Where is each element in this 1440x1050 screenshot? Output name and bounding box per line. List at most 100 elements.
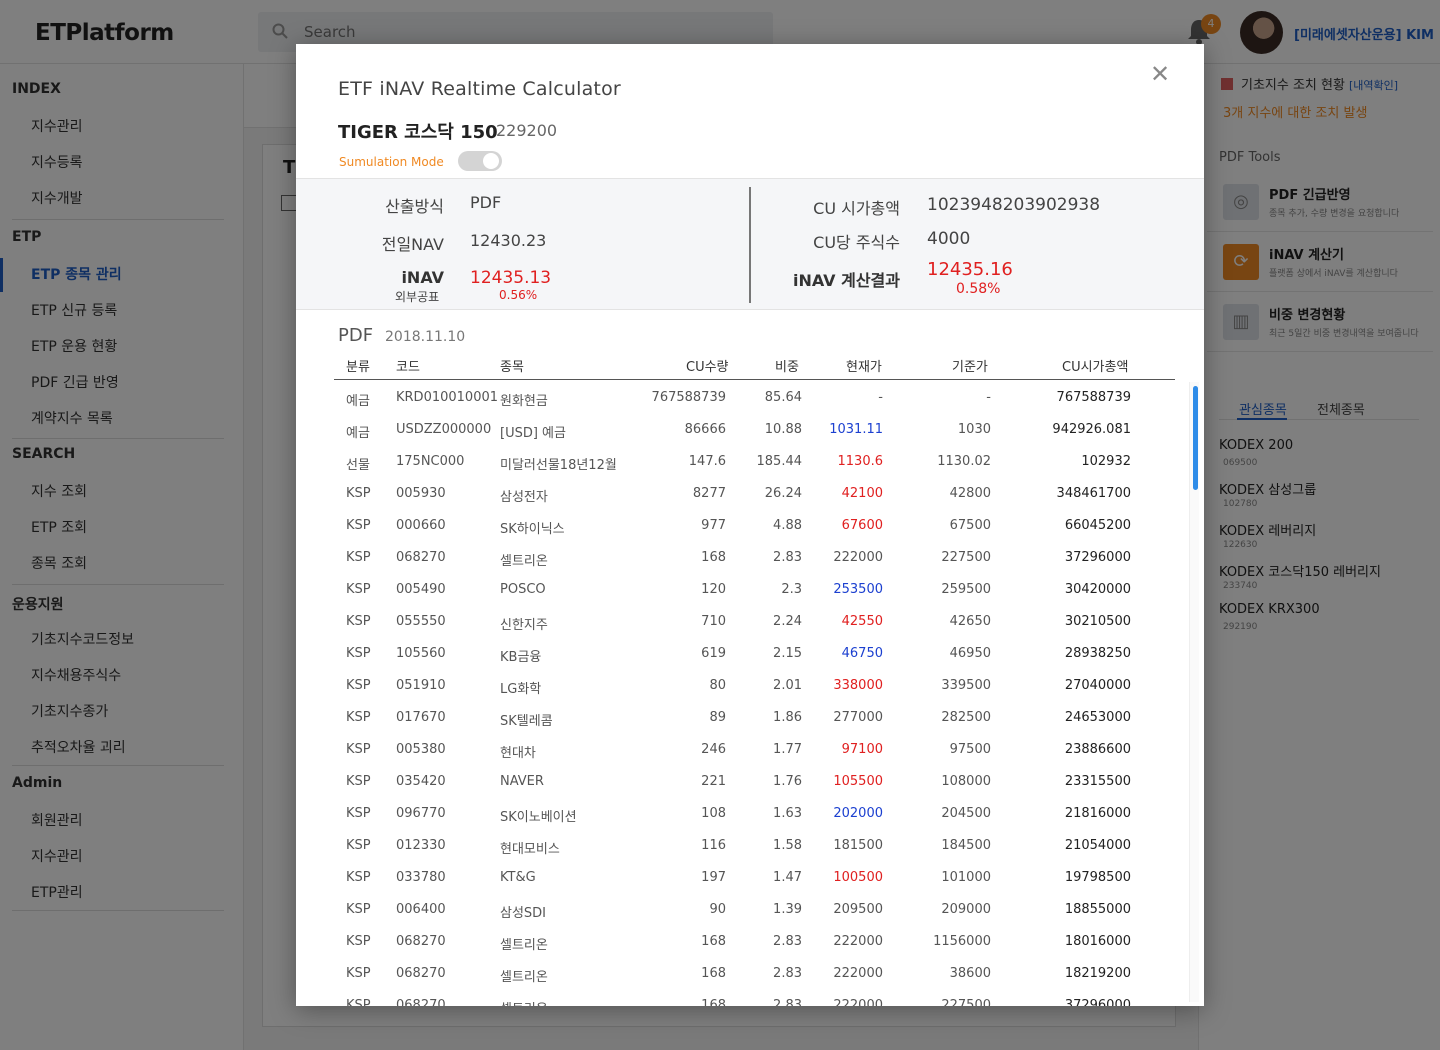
table-row[interactable]: KSP 033780 KT&G 197 1.47 100500 101000 19798500	[334, 862, 1175, 894]
cell-current-price: 222000	[833, 998, 883, 1006]
cell-current-price: 97100	[841, 742, 883, 757]
cell-code: 068270	[396, 966, 446, 981]
prev-nav-value: 12430.23	[470, 231, 547, 250]
cell-cu-cap: 30420000	[1064, 582, 1131, 597]
table-row[interactable]: KSP 051910 LG화학 80 2.01 338000 339500 27040000	[334, 670, 1175, 702]
cell-code: 017670	[396, 710, 446, 725]
inav-sub-label: 외부공표	[395, 290, 440, 304]
table-row[interactable]: KSP 068270 셀트리온 168 2.83 222000 227500 37296000	[334, 990, 1175, 1006]
cell-weight: 1.47	[773, 870, 802, 885]
cell-name: 셀트리온	[500, 554, 548, 569]
column-header-cu-qty[interactable]: CU수량	[686, 356, 729, 375]
cell-class: KSP	[346, 870, 371, 885]
pdf-table-body[interactable]: 예금 KRD010010001 원화현금 767588739 85.64 - - 767588…	[334, 382, 1175, 1006]
cell-base-price: 1030	[957, 422, 991, 437]
cell-current-price: 222000	[833, 550, 883, 565]
cell-base-price: 259500	[941, 582, 991, 597]
cell-weight: 1.63	[773, 806, 802, 821]
calc-result-change: 0.58%	[956, 281, 1001, 297]
cell-code: 006400	[396, 902, 446, 917]
cell-base-price: 38600	[949, 966, 991, 981]
cell-code: 068270	[396, 550, 446, 565]
cell-base-price: 204500	[941, 806, 991, 821]
inav-label: iNAV	[401, 268, 444, 287]
close-icon[interactable]: ✕	[1150, 60, 1170, 88]
table-row[interactable]: KSP 068270 셀트리온 168 2.83 222000 227500 37296000	[334, 542, 1175, 574]
column-header-cu-cap[interactable]: CU시가총액	[1062, 356, 1128, 375]
cell-weight: 2.3	[781, 582, 802, 597]
table-row[interactable]: KSP 017670 SK텔레콤 89 1.86 277000 282500 24653000	[334, 702, 1175, 734]
cell-cu-cap: 18016000	[1064, 934, 1131, 949]
table-row[interactable]: KSP 055550 신한지주 710 2.24 42550 42650 30210500	[334, 606, 1175, 638]
cell-cu-cap: 348461700	[1056, 486, 1131, 501]
column-header-base-price[interactable]: 기준가	[952, 356, 988, 375]
column-header-code[interactable]: 코드	[396, 356, 420, 375]
cell-base-price: 67500	[949, 518, 991, 533]
cell-cu-qty: 977	[701, 518, 726, 533]
cell-name: KT&G	[500, 870, 536, 885]
table-row[interactable]: KSP 005380 현대차 246 1.77 97100 97500 23886600	[334, 734, 1175, 766]
cell-cu-cap: 19798500	[1064, 870, 1131, 885]
cell-current-price: 202000	[833, 806, 883, 821]
table-row[interactable]: KSP 096770 SK이노베이션 108 1.63 202000 204500 21816…	[334, 798, 1175, 830]
cell-class: KSP	[346, 902, 371, 917]
cell-cu-qty: 89	[709, 710, 726, 725]
cell-name: 삼성전자	[500, 490, 548, 505]
cell-cu-cap: 102932	[1081, 454, 1131, 469]
cell-class: 선물	[346, 458, 370, 473]
cell-cu-cap: 767588739	[1056, 390, 1131, 405]
simulation-mode-toggle[interactable]	[458, 151, 502, 171]
cell-class: 예금	[346, 426, 370, 441]
table-row[interactable]: KSP 005490 POSCO 120 2.3 253500 259500 30420000	[334, 574, 1175, 606]
cell-base-price: 209000	[941, 902, 991, 917]
table-row[interactable]: KSP 035420 NAVER 221 1.76 105500 108000 2331550…	[334, 766, 1175, 798]
column-header-class[interactable]: 분류	[346, 356, 370, 375]
scrollbar-thumb[interactable]	[1193, 386, 1198, 490]
cell-name: 셀트리온	[500, 998, 548, 1006]
cell-code: 000660	[396, 518, 446, 533]
cell-code: 051910	[396, 678, 446, 693]
table-row[interactable]: KSP 005930 삼성전자 8277 26.24 42100 42800 34846170…	[334, 478, 1175, 510]
cell-cu-cap: 28938250	[1064, 646, 1131, 661]
cell-code: 005380	[396, 742, 446, 757]
cell-base-price: 108000	[941, 774, 991, 789]
cell-class: KSP	[346, 646, 371, 661]
cell-name: 삼성SDI	[500, 906, 547, 921]
cell-base-price: 227500	[941, 550, 991, 565]
cell-class: KSP	[346, 550, 371, 565]
table-row[interactable]: 예금 USDZZ000000 [USD] 예금 86666 10.88 1031.11 10…	[334, 414, 1175, 446]
cell-current-price: 46750	[841, 646, 883, 661]
table-row[interactable]: KSP 000660 SK하이닉스 977 4.88 67600 67500 66045200	[334, 510, 1175, 542]
table-row[interactable]: 예금 KRD010010001 원화현금 767588739 85.64 - - 767588…	[334, 382, 1175, 414]
column-header-name[interactable]: 종목	[500, 356, 524, 375]
table-row[interactable]: KSP 006400 삼성SDI 90 1.39 209500 209000 18855000	[334, 894, 1175, 926]
column-header-current-price[interactable]: 현재가	[846, 356, 882, 375]
inav-change: 0.56%	[499, 288, 538, 302]
table-row[interactable]: KSP 105560 KB금융 619 2.15 46750 46950 28938250	[334, 638, 1175, 670]
cell-base-price: 42800	[949, 486, 991, 501]
cell-current-price: 253500	[833, 582, 883, 597]
cell-cu-qty: 108	[701, 806, 726, 821]
cell-name: [USD] 예금	[500, 426, 566, 441]
cell-base-price: 97500	[949, 742, 991, 757]
cell-weight: 185.44	[756, 454, 803, 469]
table-row[interactable]: KSP 012330 현대모비스 116 1.58 181500 184500 2105400…	[334, 830, 1175, 862]
table-row[interactable]: KSP 068270 셀트리온 168 2.83 222000 1156000 1801600…	[334, 926, 1175, 958]
cell-cu-cap: 23315500	[1064, 774, 1131, 789]
cell-cu-qty: 619	[701, 646, 726, 661]
cell-weight: 1.58	[773, 838, 802, 853]
table-row[interactable]: 선물 175NC000 미달러선물18년12월 147.6 185.44 1130.6 11…	[334, 446, 1175, 478]
cell-cu-qty: 168	[701, 966, 726, 981]
cell-name: SK이노베이션	[500, 810, 577, 825]
cell-code: 035420	[396, 774, 446, 789]
cell-class: KSP	[346, 486, 371, 501]
cell-current-price: 1130.6	[837, 454, 884, 469]
inav-value: 12435.13	[470, 268, 552, 288]
cell-weight: 1.39	[773, 902, 802, 917]
inav-summary: 산출방식 PDF 전일NAV 12430.23 iNAV 외부공표 12435.…	[296, 178, 1204, 310]
column-header-weight[interactable]: 비중	[775, 356, 799, 375]
cell-current-price: -	[878, 390, 883, 405]
table-row[interactable]: KSP 068270 셀트리온 168 2.83 222000 38600 18219200	[334, 958, 1175, 990]
inav-calculator-modal: ✕ ETF iNAV Realtime Calculator TIGER 코스닥…	[296, 44, 1204, 1006]
cell-code: 096770	[396, 806, 446, 821]
